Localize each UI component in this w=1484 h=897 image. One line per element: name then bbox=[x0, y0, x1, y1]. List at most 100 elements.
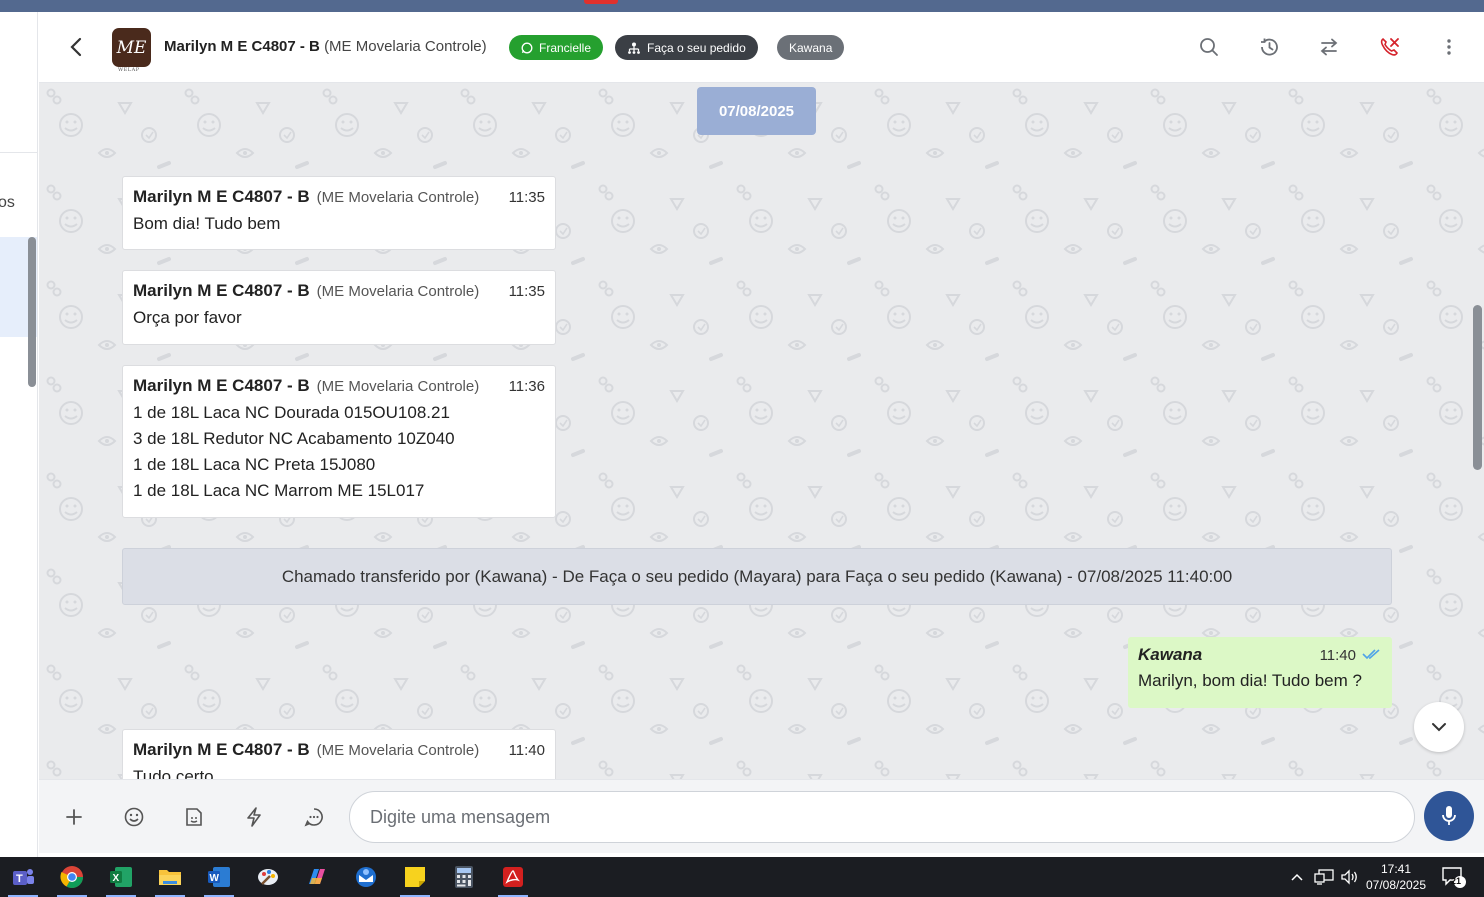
message-input[interactable] bbox=[349, 791, 1415, 843]
more-vertical-icon bbox=[1447, 39, 1451, 55]
sitemap-icon bbox=[628, 42, 640, 54]
incoming-message[interactable]: Marilyn M E C4807 - B (ME Movelaria Contr… bbox=[122, 176, 556, 250]
end-call-button[interactable] bbox=[1376, 34, 1402, 60]
taskbar-copilot[interactable] bbox=[300, 862, 334, 892]
date-separator: 07/08/2025 bbox=[697, 87, 816, 135]
message-line: 1 de 18L Laca NC Marrom ME 15L017 bbox=[133, 481, 425, 500]
chat-scrollbar[interactable] bbox=[1473, 305, 1482, 470]
message-sender: Marilyn M E C4807 - B bbox=[133, 281, 310, 300]
message-composer bbox=[39, 779, 1484, 853]
tag-label: Francielle bbox=[539, 40, 592, 55]
excel-icon: X bbox=[110, 867, 132, 887]
taskbar-teams[interactable]: T bbox=[6, 862, 40, 897]
logo-text: ME bbox=[116, 37, 147, 58]
message-sender: Marilyn M E C4807 - B bbox=[133, 740, 310, 759]
contact-company: (ME Movelaria Controle) bbox=[324, 38, 487, 55]
message-time: 11:40 bbox=[1319, 647, 1356, 664]
left-panel-fragment: os bbox=[0, 194, 15, 211]
sticky-notes-icon bbox=[405, 867, 425, 887]
history-button[interactable] bbox=[1256, 34, 1282, 60]
microphone-icon bbox=[1442, 806, 1456, 825]
contact-title: Marilyn M E C4807 - B (ME Movelaria Cont… bbox=[164, 38, 487, 55]
outgoing-message[interactable]: Kawana 11:40 Marilyn, bom dia! Tudo bem ? bbox=[1128, 637, 1392, 708]
svg-text:T: T bbox=[16, 873, 23, 885]
chevron-down-icon bbox=[1432, 723, 1446, 732]
clock-date: 07/08/2025 bbox=[1365, 878, 1427, 892]
taskbar-acrobat[interactable] bbox=[496, 862, 530, 897]
recording-indicator bbox=[584, 0, 618, 4]
notification-center[interactable]: 21 bbox=[1441, 857, 1467, 897]
transfer-icon bbox=[1320, 38, 1338, 56]
left-scrollbar[interactable] bbox=[28, 237, 36, 387]
chat-area[interactable]: 07/08/2025 Marilyn M E C4807 - B (ME Move… bbox=[39, 83, 1484, 779]
notification-count: 21 bbox=[1451, 876, 1462, 886]
teams-icon: T bbox=[13, 869, 34, 885]
message-company: (ME Movelaria Controle) bbox=[316, 378, 480, 395]
taskbar-excel[interactable]: X bbox=[104, 862, 138, 897]
tray-overflow[interactable] bbox=[1290, 857, 1304, 897]
acrobat-icon bbox=[503, 867, 523, 887]
emoji-icon bbox=[124, 807, 144, 827]
message-sender: Marilyn M E C4807 - B bbox=[133, 376, 310, 395]
back-button[interactable] bbox=[61, 32, 91, 62]
taskbar-chrome[interactable] bbox=[55, 862, 89, 897]
emoji-button[interactable] bbox=[121, 804, 147, 830]
message-time: 11:35 bbox=[508, 283, 545, 300]
tag-label: Kawana bbox=[789, 40, 833, 55]
whatsapp-icon bbox=[521, 42, 533, 53]
message-company: (ME Movelaria Controle) bbox=[316, 189, 480, 206]
sticker-button[interactable] bbox=[181, 804, 207, 830]
taskbar-paint[interactable] bbox=[251, 862, 285, 892]
copilot-icon bbox=[309, 869, 325, 884]
search-button[interactable] bbox=[1196, 34, 1222, 60]
end-call-icon bbox=[1380, 37, 1399, 56]
message-line: Tudo certo bbox=[133, 767, 214, 779]
clock-time: 17:41 bbox=[1380, 862, 1412, 876]
taskbar-sticky-notes[interactable] bbox=[398, 862, 432, 897]
incoming-message[interactable]: Marilyn M E C4807 - B (ME Movelaria Contr… bbox=[122, 365, 556, 518]
chrome-icon bbox=[60, 866, 83, 888]
history-icon bbox=[1261, 38, 1278, 56]
message-line: Orça por favor bbox=[133, 308, 242, 327]
message-sender: Kawana bbox=[1138, 645, 1203, 664]
message-company: (ME Movelaria Controle) bbox=[316, 283, 480, 300]
thunderbird-icon bbox=[356, 867, 376, 887]
taskbar-thunderbird[interactable] bbox=[349, 862, 383, 892]
voice-record-button[interactable] bbox=[1424, 791, 1474, 841]
tag-whatsapp-agent[interactable]: Francielle bbox=[509, 35, 604, 60]
more-options-button[interactable] bbox=[1436, 34, 1462, 60]
transfer-notice: Chamado transferido por (Kawana) - De Fa… bbox=[122, 548, 1392, 605]
incoming-message[interactable]: Marilyn M E C4807 - B (ME Movelaria Contr… bbox=[122, 729, 556, 779]
plus-icon bbox=[66, 809, 82, 825]
message-company: (ME Movelaria Controle) bbox=[316, 742, 480, 759]
system-clock[interactable]: 17:41 07/08/2025 bbox=[1360, 861, 1432, 893]
quick-action-button[interactable] bbox=[241, 804, 267, 830]
tray-network[interactable] bbox=[1314, 857, 1334, 897]
taskbar-file-explorer[interactable] bbox=[153, 862, 187, 897]
message-sender: Marilyn M E C4807 - B bbox=[133, 187, 310, 206]
taskbar-word[interactable]: W bbox=[202, 862, 236, 897]
chevron-left-icon bbox=[70, 37, 82, 57]
message-line: 3 de 18L Redutor NC Acabamento 10Z040 bbox=[133, 429, 455, 448]
contact-avatar: ME WELAP bbox=[112, 28, 151, 73]
windows-taskbar: T X W 17:41 07/08/2025 21 bbox=[0, 857, 1484, 897]
volume-icon bbox=[1341, 869, 1357, 885]
transfer-button[interactable] bbox=[1316, 34, 1342, 60]
quick-reply-icon bbox=[304, 808, 323, 827]
svg-text:W: W bbox=[210, 873, 220, 884]
tray-volume[interactable] bbox=[1340, 857, 1360, 897]
chat-header: ME WELAP Marilyn M E C4807 - B (ME Movela… bbox=[39, 12, 1484, 83]
attach-button[interactable] bbox=[61, 804, 87, 830]
double-check-icon bbox=[1362, 649, 1380, 660]
quick-reply-button[interactable] bbox=[301, 804, 327, 830]
taskbar-calculator[interactable] bbox=[447, 862, 481, 892]
scroll-down-button[interactable] bbox=[1414, 702, 1464, 752]
conversation-list-panel: os bbox=[0, 12, 38, 857]
word-icon: W bbox=[208, 867, 230, 887]
message-line: 1 de 18L Laca NC Preta 15J080 bbox=[133, 455, 376, 474]
tag-queue[interactable]: Faça o seu pedido bbox=[615, 35, 758, 60]
search-icon bbox=[1200, 38, 1218, 56]
incoming-message[interactable]: Marilyn M E C4807 - B (ME Movelaria Contr… bbox=[122, 270, 556, 345]
tag-agent[interactable]: Kawana bbox=[777, 35, 845, 60]
file-explorer-icon bbox=[159, 870, 181, 885]
